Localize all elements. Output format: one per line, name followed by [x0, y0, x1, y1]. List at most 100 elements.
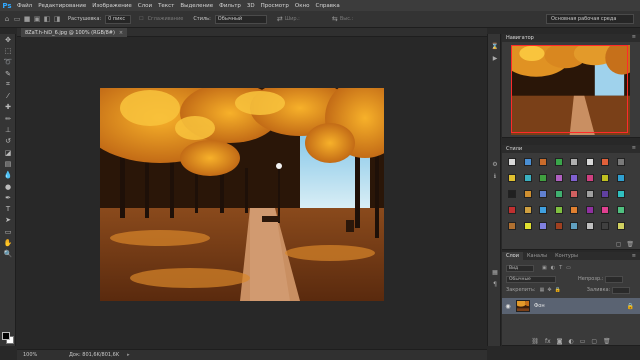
zoom-level[interactable]: 100% — [23, 352, 43, 358]
new-group-icon[interactable]: ▭ — [580, 338, 586, 345]
style-preset-swatch[interactable] — [585, 206, 594, 214]
lasso-tool-icon[interactable]: ➰ — [0, 57, 16, 68]
swap-dimensions-icon[interactable]: ⇆ — [330, 14, 340, 24]
quick-select-tool-icon[interactable]: ✎ — [0, 68, 16, 79]
new-selection-icon[interactable]: ■ — [22, 14, 32, 24]
menu-view[interactable]: Просмотр — [258, 3, 292, 9]
rectangle-tool-icon[interactable]: ▭ — [0, 226, 16, 237]
style-preset-swatch[interactable] — [601, 222, 609, 230]
antialias-checkbox[interactable]: ☐ — [139, 16, 143, 22]
filter-pixel-icon[interactable]: ▣ — [542, 265, 547, 271]
lock-all-icon[interactable]: 🔒 — [555, 287, 561, 293]
panel-menu-icon[interactable]: ≡ — [632, 253, 636, 259]
add-selection-icon[interactable]: ▣ — [32, 14, 42, 24]
workspace-select[interactable]: Основная рабочая среда — [546, 14, 634, 24]
link-layers-icon[interactable]: ⛓ — [531, 338, 539, 345]
style-preset-swatch[interactable] — [570, 158, 578, 166]
document-tab[interactable]: 8ZaT.h-hiD_6.jpg @ 100% (RGB/8#) × — [21, 28, 128, 37]
navigator-thumbnail[interactable] — [511, 45, 630, 135]
new-style-icon[interactable]: ▢ — [616, 241, 622, 248]
autumn-park-image[interactable] — [100, 88, 384, 301]
style-preset-swatch[interactable] — [539, 190, 547, 198]
style-preset-swatch[interactable] — [585, 174, 594, 182]
style-preset-swatch[interactable] — [616, 158, 625, 166]
menu-file[interactable]: Файл — [14, 3, 35, 9]
style-preset-swatch[interactable] — [523, 174, 532, 182]
panel-menu-icon[interactable]: ≡ — [632, 145, 636, 151]
layer-name[interactable]: Фон — [534, 303, 545, 309]
menu-type[interactable]: Текст — [155, 3, 177, 9]
menu-image[interactable]: Изображение — [89, 3, 135, 9]
history-brush-tool-icon[interactable]: ↺ — [0, 136, 16, 147]
menu-filter[interactable]: Фильтр — [216, 3, 244, 9]
style-preset-swatch[interactable] — [508, 222, 516, 230]
navigator-title[interactable]: Навигатор — [506, 35, 534, 41]
style-preset-swatch[interactable] — [585, 222, 594, 230]
subtract-selection-icon[interactable]: ◧ — [42, 14, 52, 24]
zoom-tool-icon[interactable]: 🔍 — [0, 249, 16, 260]
menu-window[interactable]: Окно — [292, 3, 313, 9]
style-preset-swatch[interactable] — [601, 158, 609, 166]
close-icon[interactable]: × — [119, 30, 123, 36]
style-preset-swatch[interactable] — [585, 190, 594, 198]
swatches-panel-icon[interactable]: ▦ — [488, 266, 502, 278]
style-preset-swatch[interactable] — [523, 190, 532, 198]
style-preset-swatch[interactable] — [616, 174, 625, 182]
style-preset-swatch[interactable] — [601, 206, 609, 214]
add-mask-icon[interactable]: ◙ — [557, 338, 563, 345]
marquee-tool-icon[interactable]: ⬚ — [0, 45, 16, 56]
style-preset-swatch[interactable] — [616, 222, 625, 230]
move-tool-icon[interactable]: ✥ — [0, 34, 16, 45]
style-preset-swatch[interactable] — [508, 190, 516, 198]
hand-tool-icon[interactable]: ✋ — [0, 237, 16, 248]
tab-paths[interactable]: Контуры — [551, 252, 582, 260]
path-selection-tool-icon[interactable]: ➤ — [0, 215, 16, 226]
properties-panel-icon[interactable]: ⚙ — [488, 158, 502, 170]
lock-pixels-icon[interactable]: ▦ — [540, 287, 545, 293]
home-icon[interactable]: ⌂ — [2, 14, 12, 24]
crop-tool-icon[interactable]: ⌗ — [0, 79, 16, 90]
eraser-tool-icon[interactable]: ◪ — [0, 147, 16, 158]
style-preset-swatch[interactable] — [523, 206, 532, 214]
tab-channels[interactable]: Каналы — [523, 252, 551, 260]
style-preset-swatch[interactable] — [554, 206, 563, 214]
style-preset-swatch[interactable] — [585, 158, 594, 166]
filter-type-icon[interactable]: T — [559, 265, 562, 271]
blend-mode-select[interactable]: Обычные — [506, 275, 556, 283]
style-preset-swatch[interactable] — [570, 222, 578, 230]
delete-layer-icon[interactable]: 🗑 — [603, 338, 611, 345]
style-preset-swatch[interactable] — [554, 222, 563, 230]
style-preset-swatch[interactable] — [523, 158, 532, 166]
pen-tool-icon[interactable]: ✒ — [0, 192, 16, 203]
style-preset-swatch[interactable] — [539, 174, 547, 182]
style-preset-swatch[interactable] — [508, 206, 516, 214]
marquee-preset-icon[interactable]: ▭ — [12, 14, 22, 24]
layer-style-icon[interactable]: fx — [545, 338, 551, 345]
menu-3d[interactable]: 3D — [244, 3, 258, 9]
foreground-color-swatch[interactable] — [2, 332, 10, 340]
swap-icon[interactable]: ⇄ — [275, 14, 285, 24]
menu-select[interactable]: Выделение — [177, 3, 216, 9]
opacity-input[interactable] — [605, 275, 624, 283]
style-preset-swatch[interactable] — [616, 206, 625, 214]
status-menu-arrow-icon[interactable]: ▸ — [127, 352, 130, 358]
filter-adjust-icon[interactable]: ◐ — [551, 265, 555, 271]
style-preset-swatch[interactable] — [601, 190, 609, 198]
fill-input[interactable] — [612, 286, 631, 294]
menu-edit[interactable]: Редактирование — [35, 3, 89, 9]
color-swatches[interactable] — [2, 332, 14, 344]
style-preset-swatch[interactable] — [570, 206, 578, 214]
style-preset-swatch[interactable] — [539, 158, 547, 166]
new-layer-icon[interactable]: ▢ — [591, 338, 597, 345]
healing-brush-tool-icon[interactable]: ✚ — [0, 102, 16, 113]
style-preset-swatch[interactable] — [539, 222, 547, 230]
brush-tool-icon[interactable]: ✏ — [0, 113, 16, 124]
navigator-view-box[interactable] — [511, 45, 628, 133]
intersect-selection-icon[interactable]: ◨ — [52, 14, 62, 24]
info-panel-icon[interactable]: ℹ — [488, 170, 502, 182]
paragraph-panel-icon[interactable]: ¶ — [488, 278, 502, 290]
delete-style-icon[interactable]: 🗑 — [626, 241, 634, 248]
style-preset-swatch[interactable] — [570, 174, 578, 182]
dodge-tool-icon[interactable]: ● — [0, 181, 16, 192]
style-preset-swatch[interactable] — [508, 158, 516, 166]
